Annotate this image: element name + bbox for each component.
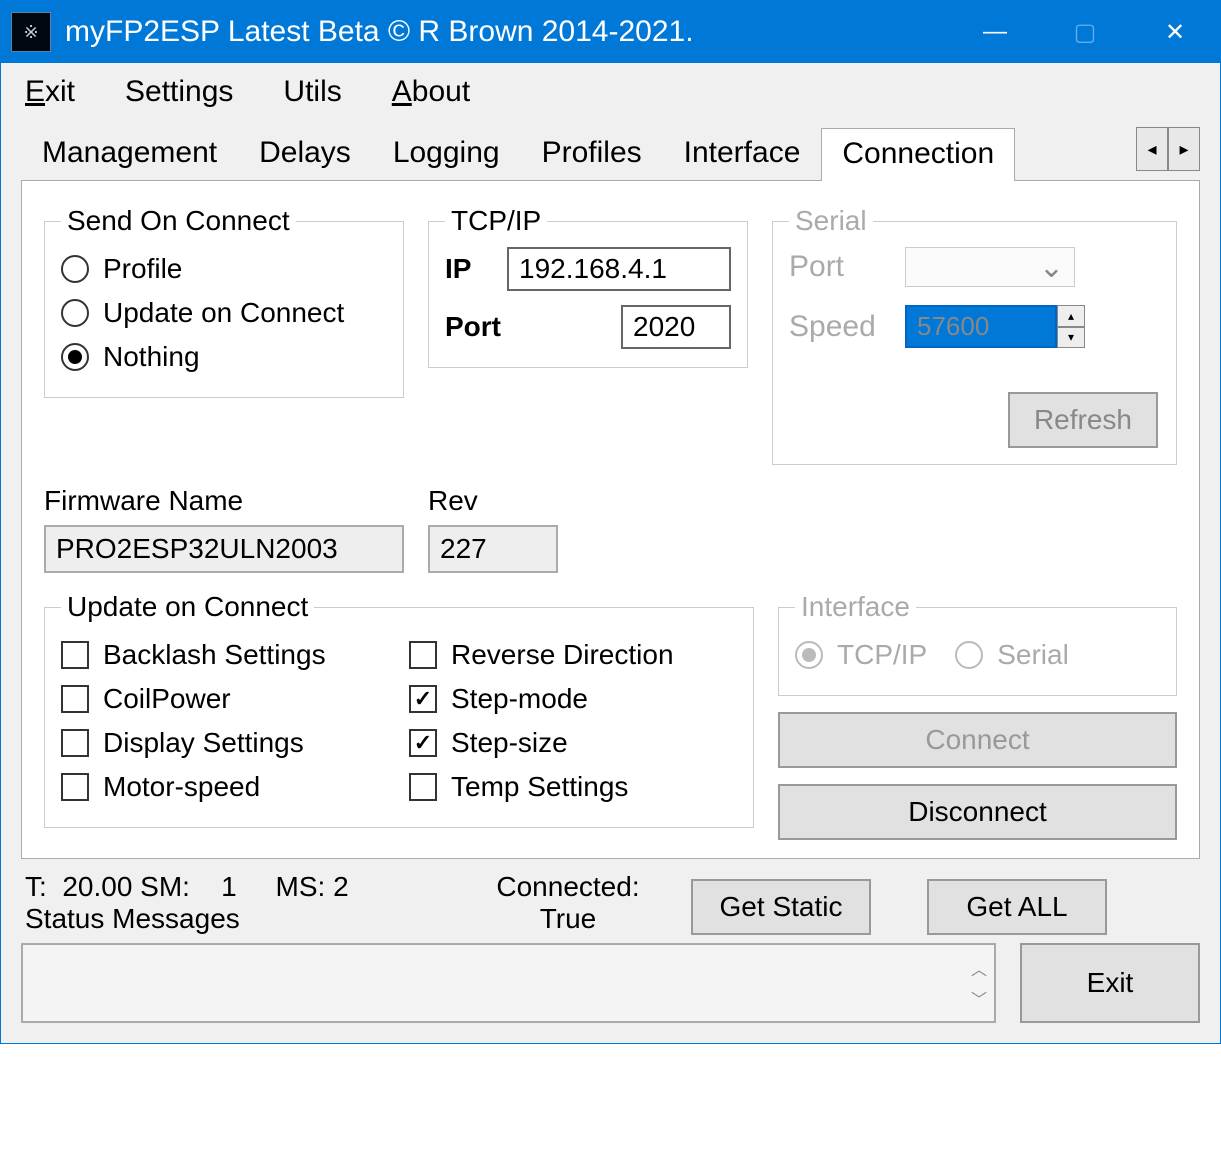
serial-speed-label: Speed — [789, 310, 889, 344]
disconnect-button[interactable]: Disconnect — [778, 784, 1177, 840]
menu-utils[interactable]: Utils — [283, 75, 341, 109]
radio-tcpip: TCP/IP — [795, 633, 927, 677]
firmware-name-label: Firmware Name — [44, 485, 243, 516]
get-static-button[interactable]: Get Static — [691, 879, 871, 935]
tabstrip: Management Delays Logging Profiles Inter… — [21, 127, 1200, 181]
serial-speed-value: 57600 — [905, 305, 1057, 348]
serial-group: Serial Port ⌄ Speed 57600 ▴▾ Ref — [772, 205, 1177, 465]
check-backlash[interactable]: Backlash Settings — [61, 633, 389, 677]
ip-label: IP — [445, 253, 495, 285]
serial-port-dropdown: ⌄ — [905, 247, 1075, 287]
close-button[interactable]: ✕ — [1130, 1, 1220, 63]
tcpip-legend: TCP/IP — [445, 205, 547, 237]
menubar: Exit Settings Utils About — [1, 63, 1220, 127]
status-messages-label: Status Messages — [25, 903, 445, 935]
scrollbar[interactable]: ︿ ﹀ — [964, 945, 994, 1021]
check-stepmode[interactable]: Step-mode — [409, 677, 737, 721]
send-on-connect-legend: Send On Connect — [61, 205, 296, 237]
check-stepsize[interactable]: Step-size — [409, 721, 737, 765]
update-on-connect-group: Update on Connect Backlash Settings Reve… — [44, 591, 754, 828]
tab-delays[interactable]: Delays — [238, 127, 372, 180]
tab-management[interactable]: Management — [21, 127, 238, 180]
connected-label: Connected: — [463, 871, 673, 903]
radio-serial: Serial — [955, 633, 1069, 677]
serial-legend: Serial — [789, 205, 873, 237]
menu-settings[interactable]: Settings — [125, 75, 233, 109]
port-label: Port — [445, 311, 609, 343]
check-coilpower[interactable]: CoilPower — [61, 677, 389, 721]
connected-value: True — [463, 903, 673, 935]
send-on-connect-group: Send On Connect Profile Update on Connec… — [44, 205, 404, 398]
check-reverse[interactable]: Reverse Direction — [409, 633, 737, 677]
firmware-name-value: PRO2ESP32ULN2003 — [44, 525, 404, 573]
radio-profile[interactable]: Profile — [61, 247, 387, 291]
scroll-up-icon[interactable]: ︿ — [971, 956, 987, 980]
firmware-rev-label: Rev — [428, 485, 478, 516]
refresh-button: Refresh — [1008, 392, 1158, 448]
menu-exit[interactable]: Exit — [25, 75, 75, 109]
tcpip-group: TCP/IP IP 192.168.4.1 Port 2020 — [428, 205, 748, 368]
radio-nothing[interactable]: Nothing — [61, 335, 387, 379]
tab-logging[interactable]: Logging — [372, 127, 521, 180]
firmware-rev-value: 227 — [428, 525, 558, 573]
serial-speed-spinner: 57600 ▴▾ — [905, 305, 1085, 348]
spin-down-icon: ▾ — [1057, 327, 1085, 349]
maximize-button: ▢ — [1040, 1, 1130, 63]
check-display[interactable]: Display Settings — [61, 721, 389, 765]
minimize-button[interactable]: — — [950, 1, 1040, 63]
status-readout: T: 20.00 SM: 1 MS: 2 — [25, 871, 445, 903]
exit-button[interactable]: Exit — [1020, 943, 1200, 1023]
interface-legend: Interface — [795, 591, 916, 623]
spin-up-icon: ▴ — [1057, 305, 1085, 327]
chevron-down-icon: ⌄ — [1039, 250, 1064, 285]
menu-about[interactable]: About — [392, 75, 470, 109]
tab-scroll-left-icon[interactable]: ◂ — [1136, 127, 1168, 171]
check-motorspeed[interactable]: Motor-speed — [61, 765, 389, 809]
port-input[interactable]: 2020 — [621, 305, 731, 349]
app-icon: ※ — [11, 12, 51, 52]
serial-port-label: Port — [789, 250, 889, 284]
status-messages-box[interactable]: ︿ ﹀ — [21, 943, 996, 1023]
get-all-button[interactable]: Get ALL — [927, 879, 1107, 935]
scroll-down-icon[interactable]: ﹀ — [971, 986, 987, 1010]
check-temp[interactable]: Temp Settings — [409, 765, 737, 809]
update-on-connect-legend: Update on Connect — [61, 591, 314, 623]
window-title: myFP2ESP Latest Beta © R Brown 2014-2021… — [65, 15, 950, 49]
connect-button: Connect — [778, 712, 1177, 768]
titlebar: ※ myFP2ESP Latest Beta © R Brown 2014-20… — [1, 1, 1220, 63]
tab-scroll-right-icon[interactable]: ▸ — [1168, 127, 1200, 171]
tab-interface[interactable]: Interface — [663, 127, 822, 180]
radio-update-on-connect[interactable]: Update on Connect — [61, 291, 387, 335]
tab-connection[interactable]: Connection — [821, 128, 1015, 181]
tab-profiles[interactable]: Profiles — [521, 127, 663, 180]
interface-group: Interface TCP/IP Serial — [778, 591, 1177, 696]
ip-input[interactable]: 192.168.4.1 — [507, 247, 731, 291]
